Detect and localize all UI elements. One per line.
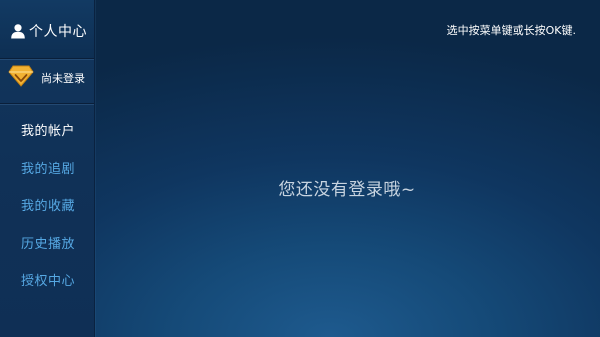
sidebar-item-my-account[interactable]: 我的帐户 — [0, 113, 94, 151]
sidebar-title-row: 个人中心 — [10, 21, 87, 41]
not-logged-in-message: 您还没有登录哦~ — [278, 180, 416, 200]
personal-center-screen: 个人中心 尚未登录 我的帐户 我的追剧 我的收藏 历史播放 授权中心 选中按菜单… — [0, 0, 600, 337]
login-status-row[interactable]: 尚未登录 — [8, 65, 85, 90]
header-divider — [0, 58, 94, 59]
menu-key-hint: 选中按菜单键或长按OK键. — [446, 24, 576, 37]
sidebar-item-my-series[interactable]: 我的追剧 — [0, 151, 94, 189]
sidebar-item-my-favorites[interactable]: 我的收藏 — [0, 188, 94, 226]
sidebar-title: 个人中心 — [29, 24, 87, 40]
login-divider — [0, 103, 94, 104]
sidebar-item-authorization-center[interactable]: 授权中心 — [0, 263, 94, 301]
user-icon — [10, 23, 26, 39]
vip-diamond-icon — [8, 65, 34, 90]
sidebar-header: 个人中心 — [0, 0, 94, 58]
sidebar: 个人中心 尚未登录 我的帐户 我的追剧 我的收藏 历史播放 授权中心 — [0, 0, 95, 337]
sidebar-item-history[interactable]: 历史播放 — [0, 226, 94, 264]
login-status-text: 尚未登录 — [41, 71, 85, 85]
sidebar-menu: 我的帐户 我的追剧 我的收藏 历史播放 授权中心 — [0, 113, 94, 301]
